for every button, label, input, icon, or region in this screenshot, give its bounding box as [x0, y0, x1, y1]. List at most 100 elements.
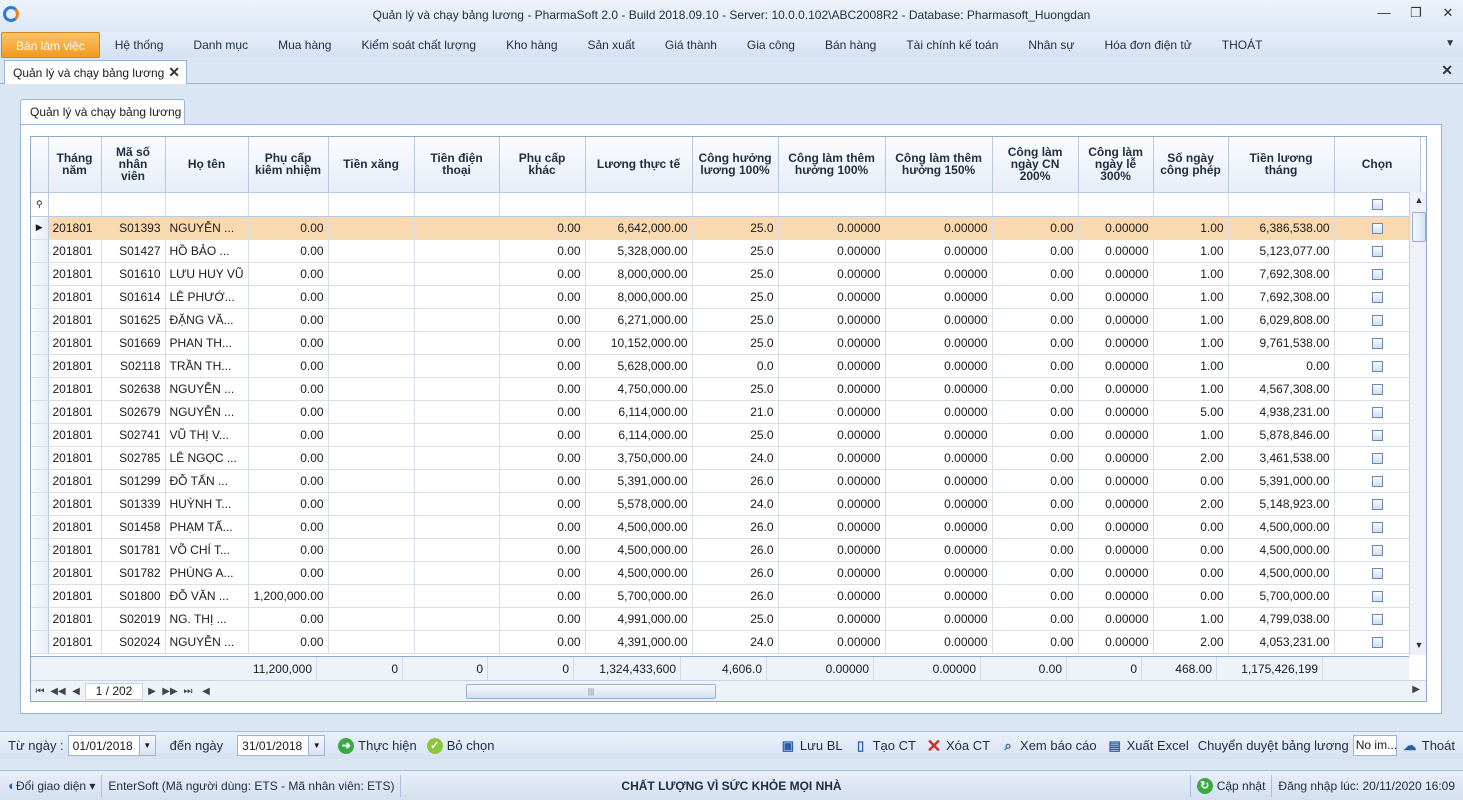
row-indicator[interactable]	[31, 308, 49, 332]
update-button[interactable]: Cập nhật	[1213, 779, 1266, 793]
column-header-14[interactable]: Tiền lương tháng	[1228, 137, 1335, 193]
cell[interactable]: 0.00000	[885, 377, 993, 401]
cell[interactable]: 0.00000	[885, 630, 993, 654]
cell[interactable]: 0.00000	[885, 607, 993, 631]
cell[interactable]: 0.00000	[778, 262, 886, 286]
cell[interactable]: 201801	[48, 354, 102, 378]
cell[interactable]: 25.0	[692, 262, 779, 286]
cell[interactable]: 0.00	[499, 607, 586, 631]
cell[interactable]: HUỲNH T...	[165, 492, 249, 516]
cell[interactable]	[328, 354, 415, 378]
cell[interactable]: S02118	[101, 354, 166, 378]
select-cell[interactable]	[1334, 446, 1421, 470]
cell[interactable]: 6,271,000.00	[585, 308, 693, 332]
column-header-0[interactable]: Tháng năm	[48, 137, 102, 193]
menu-item-13[interactable]: THOÁT	[1207, 32, 1278, 58]
cell[interactable]: 1.00	[1153, 216, 1229, 240]
cell[interactable]: 0.00	[499, 538, 586, 562]
scroll-thumb[interactable]	[1412, 212, 1426, 242]
row-checkbox[interactable]	[1371, 613, 1383, 625]
cell[interactable]: 0.00	[1153, 538, 1229, 562]
cell[interactable]: 0.00	[499, 492, 586, 516]
cell[interactable]: 0.00000	[885, 308, 993, 332]
column-header-5[interactable]: Tiền điện thoại	[414, 137, 500, 193]
page-indicator[interactable]: 1 / 202	[85, 683, 143, 700]
cell[interactable]: 0.00	[248, 262, 329, 286]
last-page-icon[interactable]: ⏭	[179, 686, 197, 697]
column-header-2[interactable]: Họ tên	[165, 137, 249, 193]
cell[interactable]: 0.00000	[778, 400, 886, 424]
chevron-down-icon[interactable]: ▼	[1445, 38, 1455, 49]
cell[interactable]: PHẠM TẤ...	[165, 515, 249, 539]
cell[interactable]: 0.00000	[778, 308, 886, 332]
cell[interactable]: 0.00	[992, 515, 1079, 539]
select-cell[interactable]	[1334, 331, 1421, 355]
cell[interactable]: 0.00000	[778, 607, 886, 631]
row-checkbox[interactable]	[1371, 337, 1383, 349]
cell[interactable]	[414, 469, 500, 493]
cell[interactable]: 24.0	[692, 630, 779, 654]
cell[interactable]: 0.00000	[1078, 377, 1154, 401]
row-checkbox[interactable]	[1371, 475, 1383, 487]
cell[interactable]: 5,391,000.00	[585, 469, 693, 493]
row-checkbox[interactable]	[1371, 498, 1383, 510]
cell[interactable]: LÊ PHƯỚ...	[165, 285, 249, 309]
cell[interactable]: S02741	[101, 423, 166, 447]
cell[interactable]	[328, 216, 415, 240]
cell[interactable]: 0.00	[248, 423, 329, 447]
cell[interactable]: 0.00000	[1078, 400, 1154, 424]
cell[interactable]: 0.00	[992, 538, 1079, 562]
row-indicator[interactable]	[31, 584, 49, 608]
cell[interactable]: 0.00	[248, 354, 329, 378]
cell[interactable]: 0.00000	[1078, 469, 1154, 493]
row-checkbox[interactable]	[1371, 452, 1383, 464]
cell[interactable]: 4,799,038.00	[1228, 607, 1335, 631]
cell[interactable]: 0.00	[499, 446, 586, 470]
cell[interactable]: S02638	[101, 377, 166, 401]
cell[interactable]: 4,567,308.00	[1228, 377, 1335, 401]
cell[interactable]: 4,500,000.00	[585, 515, 693, 539]
cell[interactable]: 6,386,538.00	[1228, 216, 1335, 240]
select-cell[interactable]	[1334, 262, 1421, 286]
filter-cell[interactable]	[165, 192, 249, 217]
cell[interactable]: 0.00	[992, 630, 1079, 654]
horizontal-scroll-thumb[interactable]: |||	[466, 684, 716, 699]
cell[interactable]	[414, 216, 500, 240]
cell[interactable]	[328, 607, 415, 631]
cell[interactable]: 5,628,000.00	[585, 354, 693, 378]
cell[interactable]: 0.00	[992, 469, 1079, 493]
cell[interactable]: 0.00	[248, 400, 329, 424]
column-header-9[interactable]: Công làm thêm hưởng 100%	[778, 137, 886, 193]
cell[interactable]	[414, 262, 500, 286]
cell[interactable]: 0.00000	[778, 216, 886, 240]
cell[interactable]: 0.00000	[1078, 216, 1154, 240]
cell[interactable]: S01427	[101, 239, 166, 263]
cell[interactable]: 0.00	[992, 354, 1079, 378]
filter-cell[interactable]	[248, 192, 329, 217]
cell[interactable]: 201801	[48, 331, 102, 355]
cell[interactable]: TRẦN TH...	[165, 354, 249, 378]
cell[interactable]: 24.0	[692, 446, 779, 470]
cell[interactable]: 1.00	[1153, 607, 1229, 631]
select-cell[interactable]	[1334, 492, 1421, 516]
filter-cell[interactable]	[414, 192, 500, 217]
menu-item-12[interactable]: Hóa đơn điện tử	[1089, 32, 1206, 58]
cell[interactable]: 4,991,000.00	[585, 607, 693, 631]
cell[interactable]	[414, 515, 500, 539]
filter-cell[interactable]	[1153, 192, 1229, 217]
to-date-field[interactable]: 31/01/2018 ▼	[237, 735, 326, 756]
cell[interactable]: 1.00	[1153, 331, 1229, 355]
cell[interactable]: S02019	[101, 607, 166, 631]
cell[interactable]	[414, 538, 500, 562]
table-row[interactable]: 201801 S01458 PHẠM TẤ... 0.00 0.00 4,500,000.…	[31, 515, 1421, 539]
row-indicator[interactable]	[31, 561, 49, 585]
cell[interactable]: LƯU HUY VŨ	[165, 262, 249, 286]
cell[interactable]: 1.00	[1153, 239, 1229, 263]
cell[interactable]: 0.00	[499, 216, 586, 240]
from-date-field[interactable]: 01/01/2018 ▼	[67, 735, 156, 756]
cell[interactable]: 0.00	[499, 262, 586, 286]
cell[interactable]: S01299	[101, 469, 166, 493]
table-row[interactable]: 201801 S01614 LÊ PHƯỚ... 0.00 0.00 8,000,000.…	[31, 285, 1421, 309]
cell[interactable]: 0.00	[499, 584, 586, 608]
cell[interactable]: 0.00000	[778, 239, 886, 263]
